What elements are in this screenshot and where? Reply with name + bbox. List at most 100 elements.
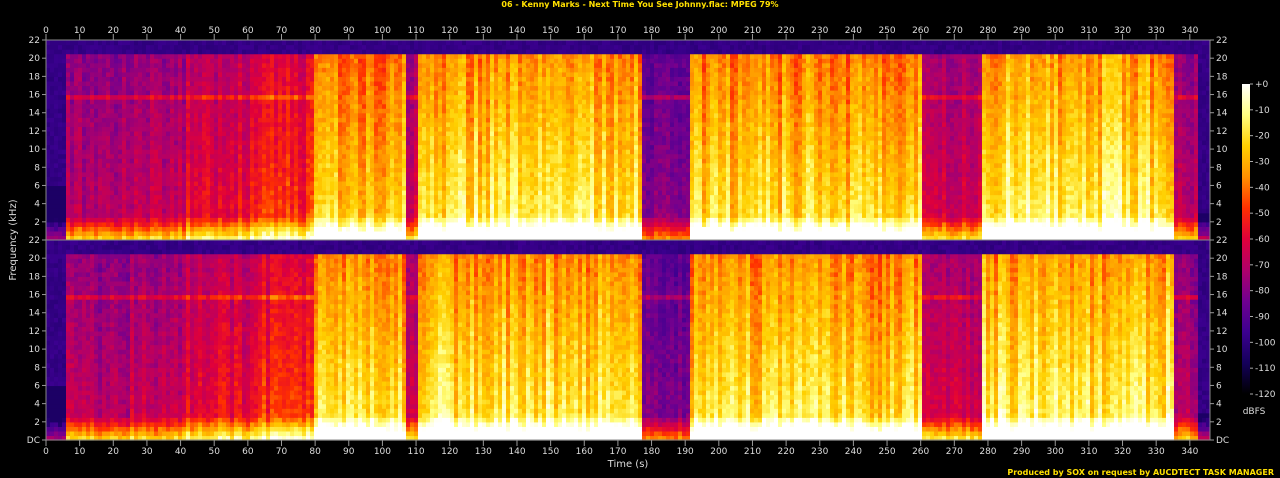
spectrogram-cell: [134, 158, 138, 164]
spectrogram-cell: [190, 80, 194, 87]
spectrogram-cell: [434, 162, 438, 168]
spectrogram-cell: [258, 126, 262, 132]
spectrogram-cell: [294, 94, 298, 100]
spectrogram-cell: [194, 176, 198, 182]
spectrogram-cell: [462, 153, 466, 159]
spectrogram-cell: [66, 199, 70, 205]
spectrogram-cell: [154, 221, 158, 227]
spectrogram-cell: [110, 44, 114, 50]
spectrogram-cell: [498, 212, 502, 218]
spectrogram-cell: [406, 126, 410, 132]
spectrogram-cell: [258, 62, 262, 68]
spectrogram-cell: [486, 71, 490, 77]
spectrogram-cell: [126, 49, 130, 55]
spectrogram-cell: [170, 40, 174, 46]
spectrogram-cell: [114, 94, 118, 100]
spectrogram-cell: [114, 103, 118, 109]
spectrogram-cell: [110, 58, 114, 64]
spectrogram-cell: [314, 71, 318, 77]
spectrogram-cell: [394, 176, 398, 182]
spectrogram-cell: [94, 62, 98, 68]
spectrogram-cell: [182, 230, 186, 237]
spectrogram-cell: [162, 212, 166, 218]
spectrogram-cell: [54, 153, 58, 159]
spectrogram-cell: [90, 99, 94, 105]
spectrogram-cell: [202, 221, 206, 227]
spectrogram-cell: [178, 121, 182, 127]
spectrogram-cell: [294, 117, 298, 123]
spectrogram-cell: [454, 99, 458, 105]
spectrogram-cell: [50, 167, 54, 173]
spectrogram-cell: [334, 162, 338, 168]
spectrogram-cell: [74, 58, 78, 64]
spectrogram-cell: [374, 40, 378, 46]
spectrogram-cell: [210, 194, 214, 200]
spectrogram-cell: [322, 71, 326, 77]
spectrogram-cell: [90, 117, 94, 123]
spectrogram-cell: [218, 212, 222, 218]
spectrogram-cell: [494, 153, 498, 159]
spectrogram-cell: [282, 121, 286, 127]
spectrogram-cell: [478, 190, 482, 196]
spectrogram-cell: [54, 140, 58, 146]
spectrogram-cell: [426, 158, 430, 164]
spectrogram-cell: [238, 144, 242, 150]
spectrogram-cell: [90, 80, 94, 87]
spectrogram-cell: [162, 162, 166, 168]
spectrogram-cell: [66, 194, 70, 200]
spectrogram-cell: [466, 230, 470, 237]
spectrogram-cell: [198, 203, 202, 209]
spectrogram-cell: [178, 85, 182, 91]
spectrogram-cell: [226, 180, 230, 187]
spectrogram-cell: [62, 167, 66, 173]
spectrogram-cell: [214, 180, 218, 187]
spectrogram-cell: [254, 126, 258, 132]
spectrogram-cell: [74, 49, 78, 55]
spectrogram-cell: [198, 162, 202, 168]
spectrogram-cell: [374, 135, 378, 141]
spectrogram-cell: [262, 53, 266, 59]
spectrogram-cell: [54, 112, 58, 118]
spectrogram-cell: [158, 130, 162, 137]
spectrogram-cell: [334, 117, 338, 123]
spectrogram-cell: [330, 221, 334, 227]
spectrogram-cell: [398, 162, 402, 168]
spectrogram-cell: [298, 117, 302, 123]
spectrogram-cell: [306, 90, 310, 96]
spectrogram-cell: [406, 221, 410, 227]
spectrogram-cell: [126, 58, 130, 64]
spectrogram-cell: [110, 121, 114, 127]
spectrogram-cell: [498, 221, 502, 227]
spectrogram-cell: [170, 135, 174, 141]
spectrogram-cell: [458, 180, 462, 187]
spectrogram-cell: [210, 71, 214, 77]
spectrogram-cell: [218, 58, 222, 64]
spectrogram-cell: [266, 108, 270, 114]
spectrogram-cell: [482, 130, 486, 137]
spectrogram-cell: [474, 121, 478, 127]
spectrogram-cell: [130, 58, 134, 64]
spectrogram-cell: [406, 135, 410, 141]
spectrogram-cell: [438, 80, 442, 87]
spectrogram-cell: [110, 126, 114, 132]
spectrogram-cell: [382, 53, 386, 59]
spectrogram-cell: [66, 130, 70, 137]
spectrogram-cell: [78, 217, 82, 223]
spectrogram-cell: [102, 103, 106, 109]
spectrogram-cell: [270, 185, 274, 191]
spectrogram-cell: [94, 208, 98, 214]
spectrogram-cell: [178, 176, 182, 182]
spectrogram-cell: [182, 212, 186, 218]
spectrogram-cell: [230, 71, 234, 77]
spectrogram-cell: [378, 153, 382, 159]
spectrogram-cell: [322, 221, 326, 227]
spectrogram-cell: [234, 130, 238, 137]
spectrogram-cell: [222, 199, 226, 205]
spectrogram-cell: [258, 76, 262, 82]
spectrogram-cell: [118, 208, 122, 214]
spectrogram-cell: [82, 217, 86, 223]
spectrogram-cell: [106, 167, 110, 173]
spectrogram-cell: [130, 208, 134, 214]
spectrogram-cell: [114, 221, 118, 227]
spectrogram-cell: [358, 153, 362, 159]
